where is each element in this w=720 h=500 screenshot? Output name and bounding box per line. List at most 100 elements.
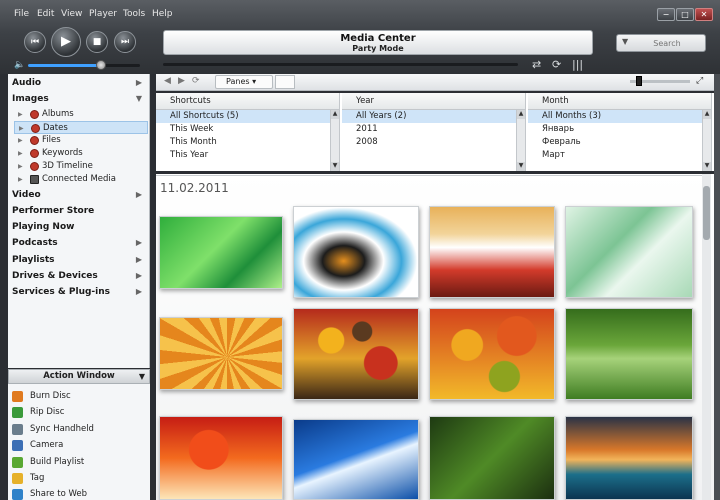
pane-row[interactable]: This Week <box>156 123 339 136</box>
pane-scrollbar[interactable]: ▲ ▼ <box>330 110 339 171</box>
scroll-down-icon[interactable]: ▼ <box>331 162 339 171</box>
pane-header[interactable]: Year <box>342 93 525 110</box>
shuffle-icon[interactable]: ⟳ <box>552 58 561 71</box>
timeline-icon <box>30 162 39 171</box>
maximize-button[interactable]: □ <box>676 8 694 21</box>
pane-row[interactable]: 2011 <box>342 123 525 136</box>
image-thumbnail[interactable] <box>429 206 555 298</box>
image-thumbnail[interactable] <box>429 416 555 500</box>
search-box[interactable]: ▼ <box>616 34 706 52</box>
expand-icon[interactable]: ▶ <box>18 173 23 186</box>
close-button[interactable]: ✕ <box>695 8 713 21</box>
panes-dropdown[interactable]: Panes ▾ <box>215 75 273 89</box>
image-thumbnail[interactable] <box>159 416 283 500</box>
volume-slider[interactable] <box>28 60 140 70</box>
tree-item-dates[interactable]: ▶ Dates <box>14 121 148 134</box>
refresh-icon[interactable]: ⟳ <box>192 76 200 86</box>
nav-playlists[interactable]: Playlists ▶ <box>12 255 146 265</box>
scroll-up-icon[interactable]: ▲ <box>703 110 711 119</box>
minimize-button[interactable]: − <box>657 8 675 21</box>
gallery-scroll-thumb[interactable] <box>703 186 710 240</box>
pane-row[interactable]: All Years (2) <box>342 110 525 123</box>
previous-track-button[interactable]: ⏮ <box>24 31 46 53</box>
image-thumbnail[interactable] <box>293 206 419 298</box>
action-share-to-web[interactable]: Share to Web <box>12 486 146 500</box>
tree-item-3d-timeline[interactable]: ▶ 3D Timeline <box>14 160 148 173</box>
thumbnail-size-knob[interactable] <box>636 76 642 86</box>
nav-podcasts[interactable]: Podcasts ▶ <box>12 238 146 248</box>
volume-knob[interactable] <box>95 60 106 70</box>
tree-item-connected-media[interactable]: ▶ Connected Media <box>14 173 148 186</box>
pane-row[interactable]: This Year <box>156 149 339 162</box>
pane-row[interactable]: Март <box>528 149 711 162</box>
menu-player[interactable]: Player <box>89 9 117 19</box>
menu-file[interactable]: File <box>14 9 29 19</box>
stop-button[interactable]: ■ <box>86 31 108 53</box>
menu-tools[interactable]: Tools <box>123 9 145 19</box>
tree-item-files[interactable]: ▶ Files <box>14 134 148 147</box>
image-thumbnail[interactable] <box>159 317 283 390</box>
image-thumbnail[interactable] <box>159 216 283 289</box>
action-burn-disc[interactable]: Burn Disc <box>12 388 146 404</box>
chevron-down-icon[interactable]: ▼ <box>139 370 145 383</box>
action-sync-handheld[interactable]: Sync Handheld <box>12 421 146 437</box>
gallery-scrollbar[interactable] <box>702 174 711 500</box>
pane-row[interactable]: Январь <box>528 123 711 136</box>
pane-row[interactable]: All Shortcuts (5) <box>156 110 339 123</box>
nav-label: Playing Now <box>12 222 75 232</box>
nav-playing-now[interactable]: Playing Now <box>12 222 146 232</box>
pane-row[interactable]: All Months (3) <box>528 110 711 123</box>
tree-item-albums[interactable]: ▶ Albums <box>14 108 148 121</box>
fullscreen-icon[interactable]: ⤢ <box>696 76 703 86</box>
image-thumbnail[interactable] <box>565 206 693 298</box>
nav-drives-devices[interactable]: Drives & Devices ▶ <box>12 271 146 281</box>
action-build-playlist[interactable]: Build Playlist <box>12 454 146 470</box>
image-thumbnail[interactable] <box>565 416 693 500</box>
search-dropdown-icon[interactable]: ▼ <box>622 37 628 46</box>
image-thumbnail[interactable] <box>293 419 419 500</box>
back-arrow-icon[interactable]: ◀ <box>164 76 171 86</box>
action-window-header[interactable]: Action Window ▼ <box>8 369 150 384</box>
tree-item-keywords[interactable]: ▶ Keywords <box>14 147 148 160</box>
scroll-up-icon[interactable]: ▲ <box>331 110 339 119</box>
thumbnail-size-slider[interactable] <box>630 76 690 86</box>
image-thumbnail[interactable] <box>293 308 419 400</box>
nav-audio[interactable]: Audio ▶ <box>12 78 146 88</box>
image-thumbnail[interactable] <box>565 308 693 400</box>
repeat-icon[interactable]: ⇄ <box>532 58 541 71</box>
image-thumbnail[interactable] <box>429 308 555 400</box>
search-input[interactable] <box>631 36 703 50</box>
scroll-down-icon[interactable]: ▼ <box>703 162 711 171</box>
expand-icon[interactable]: ▶ <box>18 160 23 173</box>
nav-performer-store[interactable]: Performer Store <box>12 206 146 216</box>
pane-shortcuts: Shortcuts All Shortcuts (5) This Week Th… <box>156 93 340 171</box>
action-camera[interactable]: Camera <box>12 437 146 453</box>
action-tag[interactable]: Tag <box>12 470 146 486</box>
menu-view[interactable]: View <box>61 9 82 19</box>
pane-scrollbar[interactable]: ▲ ▼ <box>516 110 525 171</box>
pane-header[interactable]: Month <box>528 93 711 110</box>
scroll-up-icon[interactable]: ▲ <box>517 110 525 119</box>
next-track-button[interactable]: ⏭ <box>114 31 136 53</box>
forward-arrow-icon[interactable]: ▶ <box>178 76 185 86</box>
expand-icon[interactable]: ▶ <box>18 147 23 160</box>
pane-row[interactable]: This Month <box>156 136 339 149</box>
pane-header[interactable]: Shortcuts <box>156 93 339 110</box>
nav-services-plugins[interactable]: Services & Plug-ins ▶ <box>12 287 146 297</box>
pane-row[interactable]: Февраль <box>528 136 711 149</box>
menu-edit[interactable]: Edit <box>37 9 54 19</box>
view-toggle-button[interactable] <box>275 75 295 89</box>
pane-row[interactable]: 2008 <box>342 136 525 149</box>
play-button[interactable]: ▶ <box>51 27 81 57</box>
pane-scrollbar[interactable]: ▲ ▼ <box>702 110 711 171</box>
nav-video[interactable]: Video ▶ <box>12 190 146 200</box>
action-rip-disc[interactable]: Rip Disc <box>12 404 146 420</box>
nav-images[interactable]: Images ▼ <box>12 94 146 104</box>
nav-label: Video <box>12 190 41 200</box>
scroll-down-icon[interactable]: ▼ <box>517 162 525 171</box>
equalizer-icon[interactable]: ||| <box>572 58 583 71</box>
expand-icon[interactable]: ▶ <box>18 108 23 121</box>
menu-help[interactable]: Help <box>152 9 173 19</box>
seek-bar[interactable] <box>163 63 518 66</box>
expand-icon[interactable]: ▶ <box>18 134 23 147</box>
